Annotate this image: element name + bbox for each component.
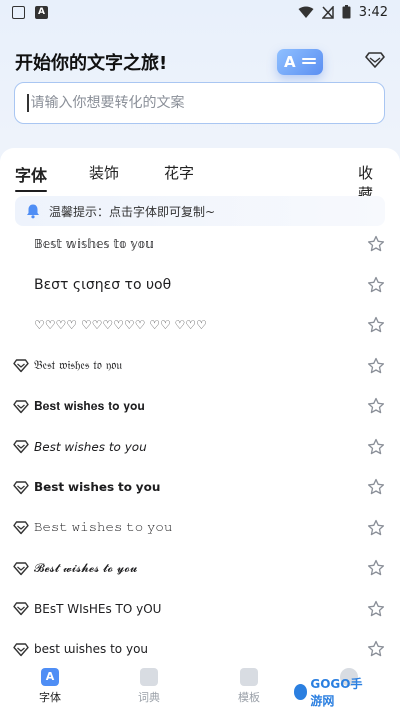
nav-templates[interactable]: 模板 [219,668,279,705]
star-icon[interactable] [367,316,385,334]
font-sample-text[interactable]: 𝔅𝔢𝔰𝔱 𝔴𝔦𝔰𝔥𝔢𝔰 𝔱𝔬 𝔶𝔬𝔲 [34,358,122,373]
watermark-logo-icon [294,684,308,700]
battery-icon [342,5,351,19]
tab-decorations[interactable]: 装饰 [89,162,119,183]
font-row[interactable]: 𝗕𝗲𝘀𝘁 𝘄𝗶𝘀𝗵𝗲𝘀 𝘁𝗼 𝘆𝗼𝘂 [0,467,400,507]
app-notification-icon: A [35,5,48,19]
nav-templates-label: 模板 [238,691,260,704]
star-icon[interactable] [367,276,385,294]
diamond-icon [13,359,29,373]
tab-fonts[interactable]: 字体 [15,162,48,192]
font-sample-text[interactable]: 𝘉𝘦𝘴𝘵 𝘸𝘪𝘴𝘩𝘦𝘴 𝘵𝘰 𝘺𝘰𝘶 [34,440,147,454]
font-row[interactable]: 𝔹𝕖𝕤𝕥 𝕨𝕚𝕤𝕙𝕖𝕤 𝕥𝕠 𝕪𝕠𝕦 [0,224,400,264]
tip-text: 温馨提示：点击字体即可复制~ [49,204,216,219]
star-icon[interactable] [367,438,385,456]
template-icon [240,668,258,686]
signal-off-icon [321,5,334,19]
font-row[interactable]: ♡♡♡♡ ♡♡♡♡♡♡ ♡♡ ♡♡♡ [0,305,400,345]
font-row[interactable]: 𝙱𝚎𝚜𝚝 𝚠𝚒𝚜𝚑𝚎𝚜 𝚝𝚘 𝚢𝚘𝚞 [0,508,400,548]
watermark-text: GOGO手游网 [310,677,363,708]
diamond-icon [13,480,29,494]
status-bar: A 3:42 [0,0,400,24]
tab-bar: 字体 装饰 花字 收藏 [15,162,386,203]
wifi-icon [298,6,314,18]
text-cursor [27,94,29,112]
diamond-icon [13,642,29,656]
clock: 3:42 [358,4,388,20]
font-sample-text[interactable]: 𝙱𝚎𝚜𝚝 𝚠𝚒𝚜𝚑𝚎𝚜 𝚝𝚘 𝚢𝚘𝚞 [34,520,172,535]
font-sample-text[interactable]: 𝐁𝐞𝐬𝐭 𝐰𝐢𝐬𝐡𝐞𝐬 𝐭𝐨 𝐲𝐨𝐮 [34,399,145,414]
hero-letter: A [284,53,296,71]
fonts-tab-icon: A [41,668,59,686]
star-icon[interactable] [367,600,385,618]
font-sample-text[interactable]: BEsT WIsHEs TO yOU [34,602,161,616]
nav-dictionary-label: 词典 [138,691,160,704]
font-panel: 字体 装饰 花字 收藏 温馨提示：点击字体即可复制~ 𝔹𝕖𝕤𝕥 𝕨𝕚𝕤𝕙𝕖𝕤 𝕥… [0,148,400,660]
font-row[interactable]: BEsT WIsHEs TO yOU [0,589,400,629]
diamond-icon [13,602,29,616]
search-input[interactable] [30,95,361,111]
search-box[interactable] [14,82,385,124]
star-icon[interactable] [367,357,385,375]
star-icon[interactable] [367,235,385,253]
font-row[interactable]: 𝘉𝘦𝘴𝘵 𝘸𝘪𝘴𝘩𝘦𝘴 𝘵𝘰 𝘺𝘰𝘶 [0,427,400,467]
watermark: GOGO手游网 [294,677,374,708]
diamond-icon[interactable] [365,51,385,69]
text-card-icon: A [277,49,323,75]
tab-fancy-text[interactable]: 花字 [164,162,194,183]
star-icon[interactable] [367,397,385,415]
diamond-icon [13,399,29,413]
font-sample-text[interactable]: ♡♡♡♡ ♡♡♡♡♡♡ ♡♡ ♡♡♡ [34,318,207,332]
star-icon[interactable] [367,478,385,496]
nav-fonts-label: 字体 [39,691,61,704]
star-icon[interactable] [367,559,385,577]
diamond-icon [13,440,29,454]
bell-icon [27,204,39,219]
font-row[interactable]: 𝓑𝓮𝓼𝓽 𝔀𝓲𝓼𝓱𝓮𝓼 𝓽𝓸 𝔂𝓸𝓾 [0,548,400,588]
font-sample-text[interactable]: 𝗕𝗲𝘀𝘁 𝘄𝗶𝘀𝗵𝗲𝘀 𝘁𝗼 𝘆𝗼𝘂 [34,480,160,494]
font-row[interactable]: 𝐁𝐞𝐬𝐭 𝐰𝐢𝐬𝐡𝐞𝐬 𝐭𝐨 𝐲𝐨𝐮 [0,386,400,426]
diamond-icon [13,561,29,575]
nav-dictionary[interactable]: 词典 [119,668,179,705]
dictionary-icon [140,668,158,686]
font-row[interactable]: 𝔅𝔢𝔰𝔱 𝔴𝔦𝔰𝔥𝔢𝔰 𝔱𝔬 𝔶𝔬𝔲 [0,346,400,386]
star-icon[interactable] [367,640,385,658]
hero-illustration: A [273,45,327,79]
font-row[interactable]: Βεστ ςισηεσ το υοθ [0,265,400,305]
font-sample-text[interactable]: best ɯishes to you [34,642,148,656]
header: 开始你的文字之旅! A [15,45,385,75]
star-icon[interactable] [367,519,385,537]
tip-banner: 温馨提示：点击字体即可复制~ [15,196,385,226]
font-sample-text[interactable]: 𝔹𝕖𝕤𝕥 𝕨𝕚𝕤𝕙𝕖𝕤 𝕥𝕠 𝕪𝕠𝕦 [34,237,154,251]
nav-fonts[interactable]: A 字体 [20,668,80,705]
diamond-icon [13,521,29,535]
page-title: 开始你的文字之旅! [15,53,168,74]
font-sample-text[interactable]: 𝓑𝓮𝓼𝓽 𝔀𝓲𝓼𝓱𝓮𝓼 𝓽𝓸 𝔂𝓸𝓾 [34,561,137,576]
notification-icon [12,5,25,19]
font-sample-text[interactable]: Βεστ ςισηεσ το υοθ [34,277,171,293]
